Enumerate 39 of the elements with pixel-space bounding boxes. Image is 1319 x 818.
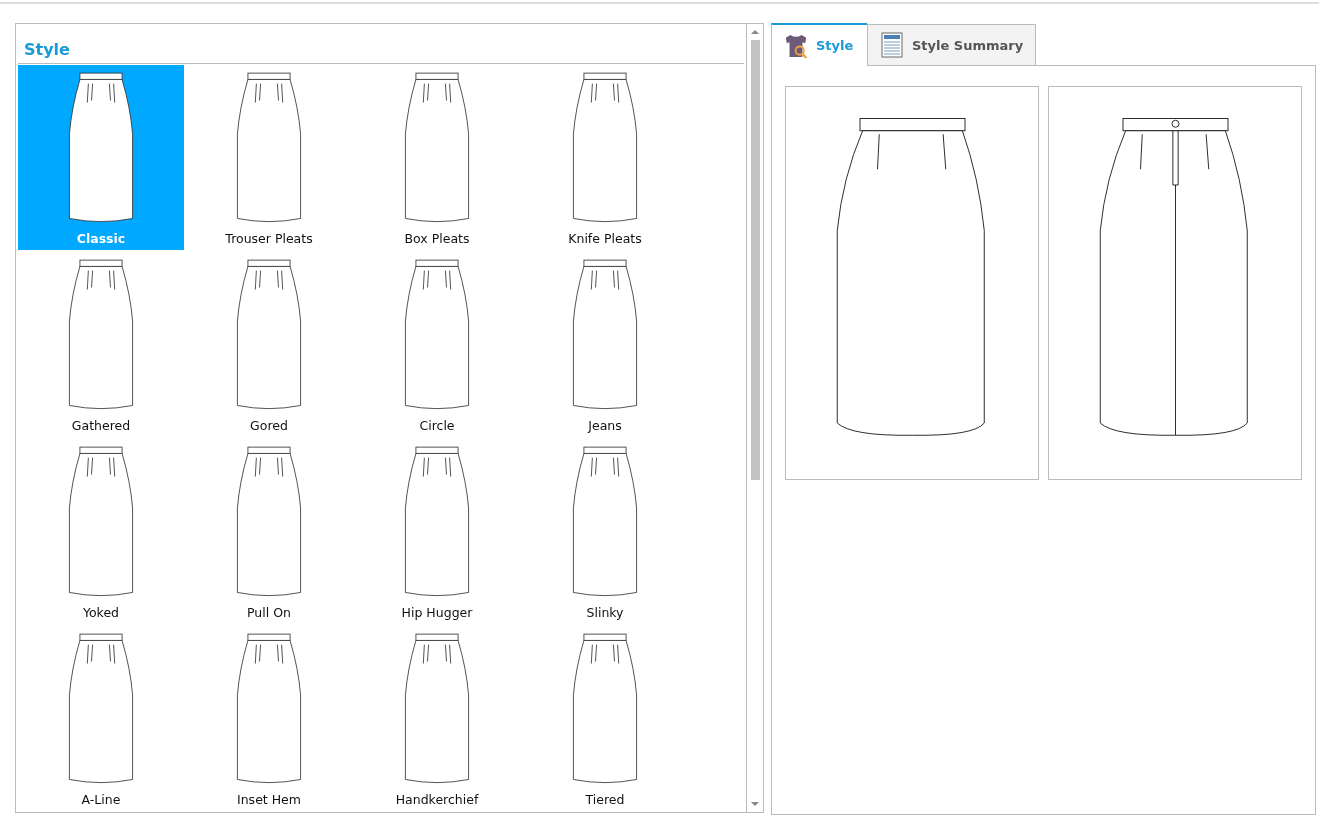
style-label: Yoked bbox=[82, 605, 119, 620]
style-tile[interactable]: Hip Hugger bbox=[354, 439, 520, 624]
style-tile[interactable]: Inset Hem bbox=[186, 626, 352, 811]
style-tile[interactable]: A-Line bbox=[18, 626, 184, 811]
document-icon bbox=[880, 32, 904, 58]
style-label: Jeans bbox=[588, 418, 622, 433]
style-label: Gathered bbox=[71, 418, 131, 433]
style-label: A-Line bbox=[81, 792, 121, 807]
style-tile[interactable]: Circle bbox=[354, 252, 520, 437]
style-tile[interactable]: Gathered bbox=[18, 252, 184, 437]
style-tile[interactable]: Pull On bbox=[186, 439, 352, 624]
style-label: Handkerchief bbox=[395, 792, 479, 807]
style-tile[interactable]: Jeans bbox=[522, 252, 688, 437]
style-label: Circle bbox=[419, 418, 455, 433]
shirt-magnifier-icon bbox=[784, 32, 808, 59]
scroll-thumb[interactable] bbox=[750, 40, 760, 480]
scroll-down-icon[interactable] bbox=[751, 802, 759, 806]
style-label: Trouser Pleats bbox=[225, 231, 313, 246]
style-tile[interactable]: Tiered bbox=[522, 626, 688, 811]
scrollbar[interactable] bbox=[746, 24, 763, 812]
style-tile[interactable]: Slinky bbox=[522, 439, 688, 624]
style-label: Box Pleats bbox=[404, 231, 470, 246]
style-label: Gored bbox=[250, 418, 288, 433]
panel-title: Style bbox=[18, 24, 744, 64]
style-label: Pull On bbox=[247, 605, 291, 620]
style-tile[interactable]: Yoked bbox=[18, 439, 184, 624]
style-label: Slinky bbox=[586, 605, 624, 620]
scroll-up-icon[interactable] bbox=[751, 30, 759, 34]
tab[interactable]: Style Summary bbox=[867, 24, 1037, 65]
style-label: Classic bbox=[76, 231, 126, 246]
style-label: Inset Hem bbox=[237, 792, 301, 807]
style-label: Knife Pleats bbox=[568, 231, 642, 246]
style-tile[interactable]: Knife Pleats bbox=[522, 65, 688, 250]
style-tile[interactable]: Handkerchief bbox=[354, 626, 520, 811]
style-tile[interactable]: Gored bbox=[186, 252, 352, 437]
style-label: Tiered bbox=[585, 792, 625, 807]
style-label: Hip Hugger bbox=[401, 605, 473, 620]
style-tile[interactable]: Box Pleats bbox=[354, 65, 520, 250]
style-tile[interactable]: Trouser Pleats bbox=[186, 65, 352, 250]
